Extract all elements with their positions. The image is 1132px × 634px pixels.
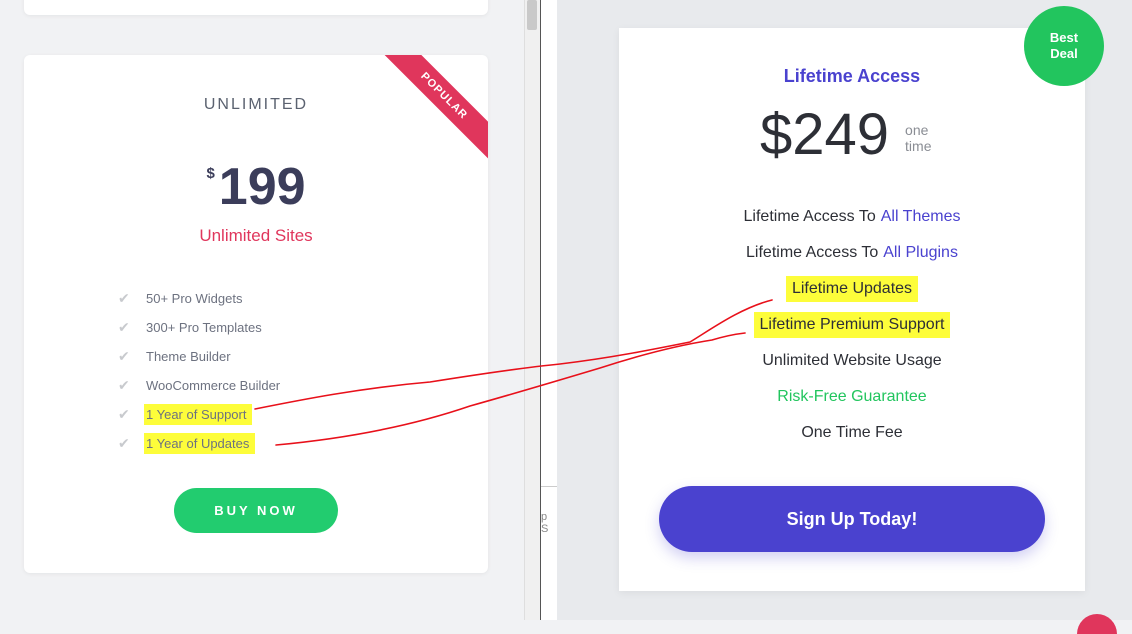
feature-label-highlighted: Lifetime Premium Support (753, 312, 951, 338)
unlimited-plan-card: POPULAR UNLIMITED $199 Unlimited Sites ✔… (24, 55, 488, 573)
feature-item: ✔ 1 Year of Support (118, 400, 280, 429)
scrollbar-thumb[interactable] (527, 0, 537, 30)
feature-item: ✔ 1 Year of Updates (118, 429, 280, 458)
price-amount: 199 (218, 158, 306, 216)
feature-item: Lifetime Access To All Plugins (619, 235, 1085, 271)
feature-label-highlighted: 1 Year of Support (144, 404, 253, 425)
feature-item: Risk-Free Guarantee (619, 379, 1085, 415)
currency-symbol: $ (206, 165, 215, 182)
feature-label-highlighted: 1 Year of Updates (144, 433, 256, 454)
left-pricing-panel: POPULAR UNLIMITED $199 Unlimited Sites ✔… (0, 0, 524, 620)
badge-line: Best (1049, 30, 1079, 45)
vertical-scrollbar[interactable] (524, 0, 541, 620)
feature-label-highlighted: Lifetime Updates (785, 276, 919, 302)
price-unit-line: one (905, 122, 929, 138)
chat-widget-edge[interactable] (1077, 614, 1117, 634)
feature-item: Lifetime Access To All Themes (619, 199, 1085, 235)
strip-divider-line (541, 486, 557, 487)
feature-label: Lifetime Access To (743, 208, 876, 225)
plan-price: $249 one time (760, 100, 931, 170)
price-unit-line: time (905, 138, 932, 154)
check-icon: ✔ (118, 348, 130, 364)
price-unit: one time (905, 122, 931, 154)
feature-link-plugins[interactable]: All Plugins (883, 244, 958, 262)
middle-divider-strip: p S (540, 0, 558, 620)
plan-feature-list: Lifetime Access To All Themes Lifetime A… (619, 199, 1085, 451)
strip-clipped-text: p S (541, 511, 549, 535)
check-icon: ✔ (118, 319, 130, 335)
feature-label-guarantee: Risk-Free Guarantee (777, 388, 927, 405)
feature-item: ✔ Theme Builder (118, 342, 280, 371)
previous-card-stub (24, 0, 488, 15)
feature-label: Unlimited Website Usage (762, 352, 942, 369)
feature-item: ✔ WooCommerce Builder (118, 371, 280, 400)
check-icon: ✔ (118, 435, 130, 451)
check-icon: ✔ (118, 406, 130, 422)
feature-label: WooCommerce Builder (146, 378, 281, 393)
feature-label: 50+ Pro Widgets (146, 291, 243, 306)
price-amount: $249 (760, 102, 890, 167)
right-pricing-panel: Lifetime Access $249 one time Lifetime A… (557, 0, 1132, 634)
feature-label: Theme Builder (146, 349, 231, 364)
feature-item: One Time Fee (619, 415, 1085, 451)
plan-title: UNLIMITED (203, 96, 309, 113)
check-icon: ✔ (118, 377, 130, 393)
buy-now-button[interactable]: BUY NOW (174, 488, 338, 533)
best-deal-badge: Best Deal (1024, 6, 1104, 86)
feature-link-themes[interactable]: All Themes (881, 208, 961, 226)
feature-item: Lifetime Updates (619, 271, 1085, 307)
feature-label: Lifetime Access To (746, 244, 879, 261)
feature-label: One Time Fee (801, 424, 903, 441)
feature-label: 300+ Pro Templates (146, 320, 262, 335)
sign-up-button[interactable]: Sign Up Today! (659, 486, 1045, 552)
plan-price: $199 (24, 157, 488, 217)
plan-title: Lifetime Access (783, 66, 921, 86)
lifetime-plan-card: Lifetime Access $249 one time Lifetime A… (619, 28, 1085, 591)
check-icon: ✔ (118, 290, 130, 306)
badge-line: Deal (1050, 46, 1078, 61)
feature-item: ✔ 50+ Pro Widgets (118, 284, 280, 313)
feature-item: Unlimited Website Usage (619, 343, 1085, 379)
feature-item: ✔ 300+ Pro Templates (118, 313, 280, 342)
plan-feature-list: ✔ 50+ Pro Widgets ✔ 300+ Pro Templates ✔… (118, 284, 280, 458)
plan-subtitle: Unlimited Sites (199, 226, 313, 245)
feature-item: Lifetime Premium Support (619, 307, 1085, 343)
